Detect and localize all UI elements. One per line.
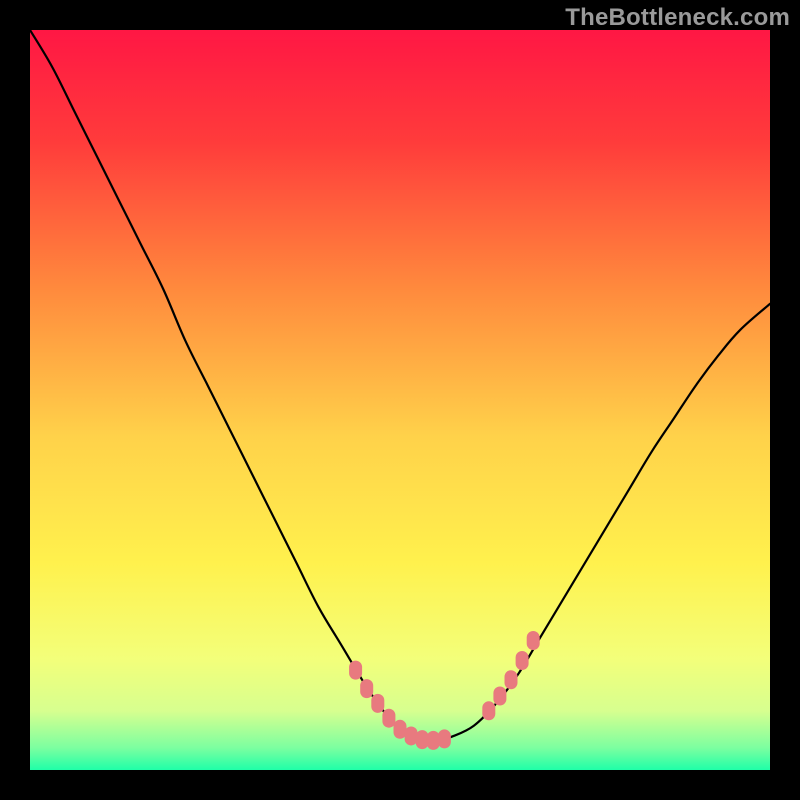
data-marker (360, 679, 373, 698)
data-marker (527, 631, 540, 650)
data-marker (382, 709, 395, 728)
data-marker (349, 661, 362, 680)
bottleneck-curve-chart (30, 30, 770, 770)
chart-background-gradient (30, 30, 770, 770)
data-marker (371, 694, 384, 713)
data-marker (516, 651, 529, 670)
data-marker (505, 670, 518, 689)
watermark-text: TheBottleneck.com (565, 4, 790, 32)
data-marker (427, 731, 440, 750)
data-marker (493, 687, 506, 706)
chart-container: { "watermark": "TheBottleneck.com", "cha… (0, 0, 800, 800)
data-marker (482, 701, 495, 720)
data-marker (394, 720, 407, 739)
data-marker (438, 729, 451, 748)
data-marker (405, 726, 418, 745)
data-marker (416, 730, 429, 749)
